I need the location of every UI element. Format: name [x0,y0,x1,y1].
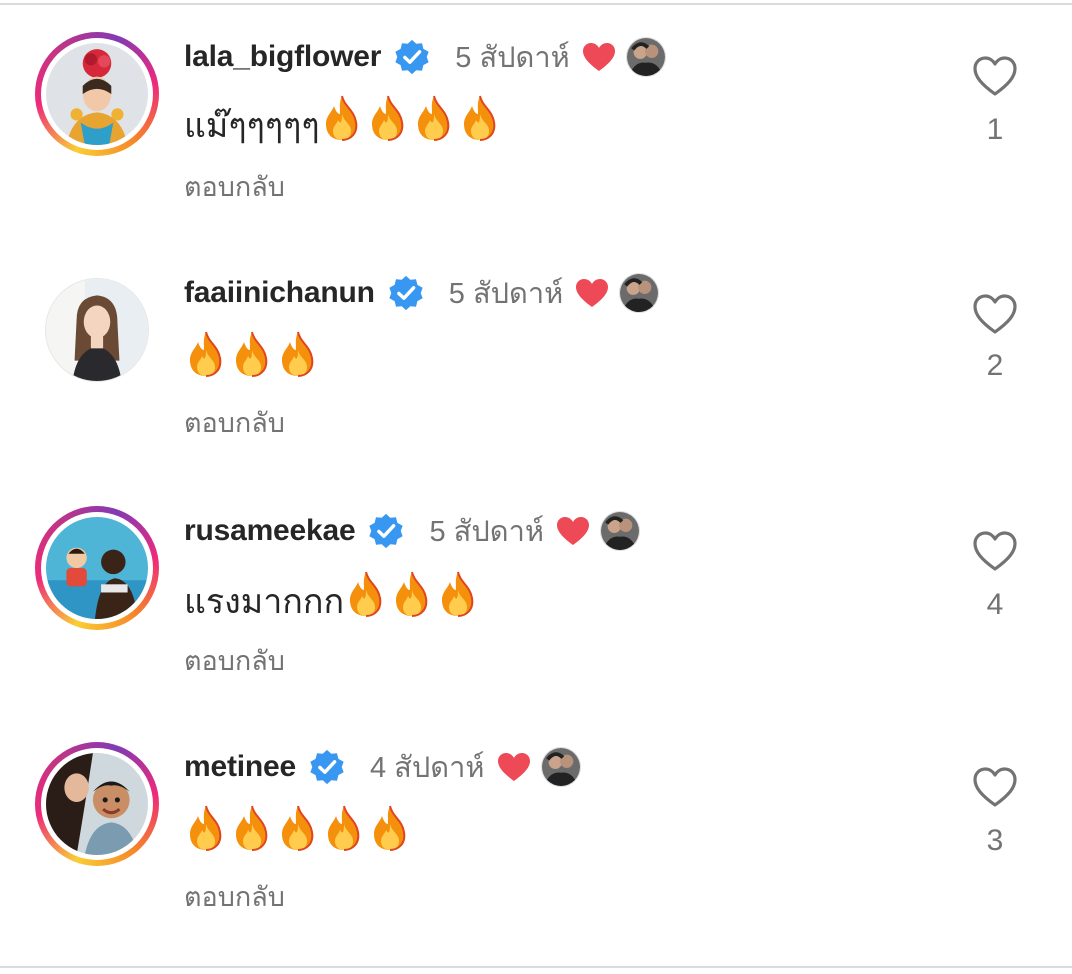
fire-emoji-icon [230,804,274,852]
verified-badge-icon [308,748,346,786]
heart-outline-icon[interactable] [972,530,1018,572]
comment-header: lala_bigflower 5 สัปดาห์ [184,35,666,79]
comment-header: metinee 4 สัปดาห์ [184,745,581,789]
fire-emoji-icon [344,570,388,618]
comment-text [184,330,322,393]
comment-time[interactable]: 5 สัปดาห์ [429,508,544,554]
comment-time[interactable]: 4 สัปดาห์ [370,744,485,790]
fire-emoji-icon [184,330,228,378]
fire-emoji-icon [322,804,366,852]
comment-header: rusameekae 5 สัปดาห์ [184,509,640,553]
fire-emoji-icon [276,804,320,852]
fire-emoji-icon [320,94,364,142]
comment-time[interactable]: 5 สัปดาห์ [455,34,570,80]
reply-button[interactable]: ตอบกลับ [184,875,285,918]
username[interactable]: lala_bigflower [184,40,381,74]
comment-header: faaiinichanun 5 สัปดาห์ [184,270,660,316]
reply-button[interactable]: ตอบกลับ [184,401,285,444]
username[interactable]: faaiinichanun [184,276,375,310]
fire-emoji-icon [366,94,410,142]
fire-emoji-row [344,570,482,633]
fire-emoji-icon [436,570,480,618]
verified-badge-icon [387,274,425,312]
author-avatar [540,747,581,787]
comment-text: แม๊ๆๆๆๆๆ [184,94,504,157]
reply-button[interactable]: ตอบกลับ [184,165,285,208]
fire-emoji-row [184,804,414,867]
like-count: 2 [986,349,1004,382]
story-ring[interactable] [35,742,159,866]
verified-badge-icon [393,38,431,76]
fire-emoji-row [320,94,504,157]
comment-text: แรงมากกก [184,570,482,633]
avatar-frame[interactable] [35,268,159,392]
username[interactable]: metinee [184,750,296,784]
comment-item-4: metinee 4 สัปดาห์ ตอบกลับ 3 [0,710,1072,913]
bottom-divider [0,966,1072,968]
heart-outline-icon[interactable] [972,293,1018,335]
avatar[interactable] [46,517,148,619]
heart-outline-icon[interactable] [972,55,1018,97]
comment-text [184,804,414,867]
avatar[interactable] [46,43,148,145]
like-count: 1 [986,113,1004,146]
username[interactable]: rusameekae [184,514,356,548]
heart-filled-icon [497,752,531,782]
fire-emoji-row [184,330,322,393]
reply-button[interactable]: ตอบกลับ [184,639,285,682]
fire-emoji-icon [276,330,320,378]
avatar[interactable] [45,278,149,382]
story-ring[interactable] [35,506,159,630]
comment-item-1: lala_bigflower 5 สัปดาห์ แม๊ๆๆๆๆๆ ตอบกลั… [0,0,1072,203]
comment-item-3: rusameekae 5 สัปดาห์ แรงมากกก ตอบกลับ 4 [0,474,1072,677]
like-count: 4 [986,588,1004,621]
heart-filled-icon [582,42,616,72]
comment-text-content: แม๊ๆๆๆๆๆ [184,105,320,146]
author-avatar [625,37,666,77]
heart-filled-icon [575,278,609,308]
story-ring[interactable] [35,32,159,156]
author-avatar [600,511,640,551]
comment-time[interactable]: 5 สัปดาห์ [449,270,564,316]
like-count: 3 [986,824,1004,857]
verified-badge-icon [367,512,405,550]
fire-emoji-icon [368,804,412,852]
author-avatar [619,273,660,313]
comment-item-2: faaiinichanun 5 สัปดาห์ ตอบกลับ 2 [0,236,1072,439]
fire-emoji-icon [412,94,456,142]
fire-emoji-icon [184,804,228,852]
heart-filled-icon [556,516,590,546]
comment-text-content: แรงมากกก [184,581,345,622]
fire-emoji-icon [458,94,502,142]
avatar[interactable] [46,753,148,855]
fire-emoji-icon [230,330,274,378]
heart-outline-icon[interactable] [972,766,1018,808]
fire-emoji-icon [390,570,434,618]
